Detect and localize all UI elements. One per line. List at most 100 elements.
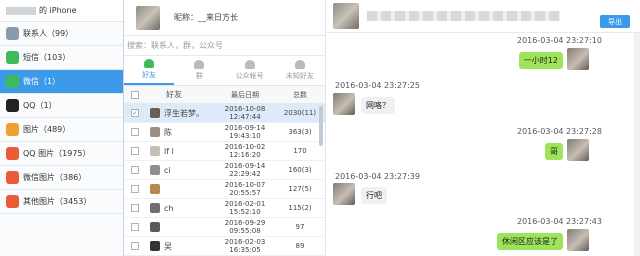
row-checkbox[interactable]: ✓ — [131, 109, 139, 117]
last-date: 2016-09-29 09:55:08 — [224, 219, 266, 235]
table-header: 好友 最后日期 总数 — [124, 86, 325, 104]
sidebar-item-wechat-photos[interactable]: 微信图片（386） — [0, 166, 123, 190]
sidebar-item-label: 图片（489） — [23, 125, 71, 134]
blurred-signature — [367, 11, 560, 21]
message-count: 160(3) — [288, 166, 312, 174]
select-all-checkbox[interactable] — [131, 90, 139, 99]
tab-label: 未知好友 — [285, 72, 314, 80]
friend-list-scrollbar[interactable] — [319, 106, 323, 146]
sidebar-item-qq[interactable]: QQ（1） — [0, 94, 123, 118]
qq-icon — [6, 99, 19, 112]
sidebar-item-sms[interactable]: 短信（103） — [0, 46, 123, 70]
wechat-photos-icon — [6, 171, 19, 184]
row-checkbox[interactable] — [131, 242, 139, 250]
friend-avatar — [150, 127, 160, 137]
table-row[interactable]: ci 2016-09-14 22:29:42 160(3) — [124, 161, 325, 180]
received-message-bubble[interactable]: 网咯？ — [361, 97, 395, 114]
my-avatar — [567, 229, 589, 251]
unknown-friend-icon — [294, 60, 305, 69]
message-count: 115(2) — [288, 204, 312, 212]
col-last-date[interactable]: 最后日期 — [208, 90, 282, 100]
message-timestamp: 2016-03-04 23:27:39 — [335, 172, 420, 181]
sidebar-item-photos[interactable]: 图片（489） — [0, 118, 123, 142]
contact-nickname: 昵称：__来日方长 — [174, 13, 238, 22]
chat-panel: 导出 2016-03-04 23:27:10 一小时12 2016-03-04 23… — [327, 0, 640, 256]
last-date: 2016-10-08 12:47:44 — [224, 105, 266, 121]
search-input[interactable]: 搜索：联系人，群，公众号 — [124, 36, 325, 56]
device-header[interactable]: 的 iPhone — [0, 0, 123, 22]
my-avatar — [567, 48, 589, 70]
export-button[interactable]: 导出 — [600, 15, 630, 28]
friend-name: 陈 — [164, 127, 172, 137]
friend-avatar — [150, 165, 160, 175]
sidebar-item-label: 微信（1） — [23, 77, 61, 86]
row-checkbox[interactable] — [131, 147, 139, 155]
contact-avatar — [333, 183, 355, 205]
friend-name: ci — [164, 165, 171, 175]
friend-tabs: 好友 群 公众帐号 未知好友 — [124, 56, 325, 86]
photos-icon — [6, 123, 19, 136]
tab-friend[interactable]: 好友 — [124, 56, 175, 85]
contact-avatar — [333, 93, 355, 115]
tab-group[interactable]: 群 — [174, 56, 224, 85]
sidebar-item-label: 其他图片（3453） — [23, 197, 92, 206]
message-count: 127(5) — [288, 185, 312, 193]
table-row[interactable]: 吴 2016-02-03 16:35:05 89 — [124, 237, 325, 256]
message-count: 97 — [295, 223, 305, 231]
sidebar: 的 iPhone 联系人（99） 短信（103） 微信（1） QQ（1） 图片（489）… — [0, 0, 124, 256]
message-count: 89 — [295, 242, 305, 250]
tab-unknown-friend[interactable]: 未知好友 — [275, 56, 325, 85]
row-checkbox[interactable] — [131, 185, 139, 193]
table-row[interactable]: ✓ 浮生若梦。 2016-10-08 12:47:44 2030(11) — [124, 104, 325, 123]
qq-photos-icon — [6, 147, 19, 160]
message-count: 170 — [293, 147, 307, 155]
message-timestamp: 2016-03-04 23:27:25 — [335, 81, 420, 90]
friend-name: 浮生若梦。 — [164, 108, 204, 118]
tab-label: 公众帐号 — [235, 72, 264, 80]
last-date: 2016-09-14 19:43:10 — [224, 124, 266, 140]
table-row[interactable]: 2016-09-29 09:55:08 97 — [124, 218, 325, 237]
group-icon — [194, 60, 205, 69]
chat-header: 导出 — [327, 0, 640, 33]
col-friend[interactable]: 好友 — [146, 89, 208, 100]
contact-header: 昵称：__来日方长 — [124, 0, 325, 36]
chat-contact-avatar — [333, 3, 359, 29]
chat-scrollbar[interactable] — [634, 33, 640, 256]
tab-official-account[interactable]: 公众帐号 — [225, 56, 275, 85]
sidebar-item-wechat[interactable]: 微信（1） — [0, 70, 123, 94]
row-checkbox[interactable] — [131, 204, 139, 212]
last-date: 2016-02-03 16:35:05 — [224, 238, 266, 254]
sent-message-bubble[interactable]: 哥 — [545, 143, 563, 160]
friend-avatar — [150, 108, 160, 118]
col-total[interactable]: 总数 — [282, 90, 318, 100]
sidebar-item-label: 短信（103） — [23, 53, 71, 62]
row-checkbox[interactable] — [131, 128, 139, 136]
table-row[interactable]: lf l 2016-10-02 12:16:20 170 — [124, 142, 325, 161]
message-timestamp: 2016-03-04 23:27:43 — [517, 217, 602, 226]
wechat-icon — [6, 75, 19, 88]
message-timestamp: 2016-03-04 23:27:10 — [517, 36, 602, 45]
sent-message-bubble[interactable]: 一小时12 — [518, 52, 563, 69]
row-checkbox[interactable] — [131, 223, 139, 231]
my-avatar — [567, 139, 589, 161]
sidebar-item-contacts[interactable]: 联系人（99） — [0, 22, 123, 46]
received-message-bubble[interactable]: 行吧 — [361, 187, 387, 204]
last-date: 2016-09-14 22:29:42 — [224, 162, 266, 178]
table-row[interactable]: 陈 2016-09-14 19:43:10 363(3) — [124, 123, 325, 142]
sent-message-bubble[interactable]: 休闲区应该是了 — [497, 233, 563, 250]
sidebar-item-label: 联系人（99） — [23, 29, 74, 38]
friend-icon — [144, 59, 155, 68]
sidebar-item-other-photos[interactable]: 其他图片（3453） — [0, 190, 123, 214]
other-photos-icon — [6, 195, 19, 208]
table-row[interactable]: ch 2016-02-01 15:52:10 115(2) — [124, 199, 325, 218]
sidebar-item-qq-photos[interactable]: QQ 图片（1975） — [0, 142, 123, 166]
contact-panel: 昵称：__来日方长 搜索：联系人，群，公众号 好友 群 公众帐号 未知好友 好友 最后… — [124, 0, 326, 256]
sms-icon — [6, 51, 19, 64]
friend-name: 吴 — [164, 241, 172, 251]
sidebar-item-label: 微信图片（386） — [23, 173, 87, 182]
tab-label: 好友 — [142, 71, 157, 79]
row-checkbox[interactable] — [131, 166, 139, 174]
contacts-icon — [6, 27, 19, 40]
table-row[interactable]: 2016-10-07 20:55:57 127(5) — [124, 180, 325, 199]
message-count: 2030(11) — [283, 109, 317, 117]
